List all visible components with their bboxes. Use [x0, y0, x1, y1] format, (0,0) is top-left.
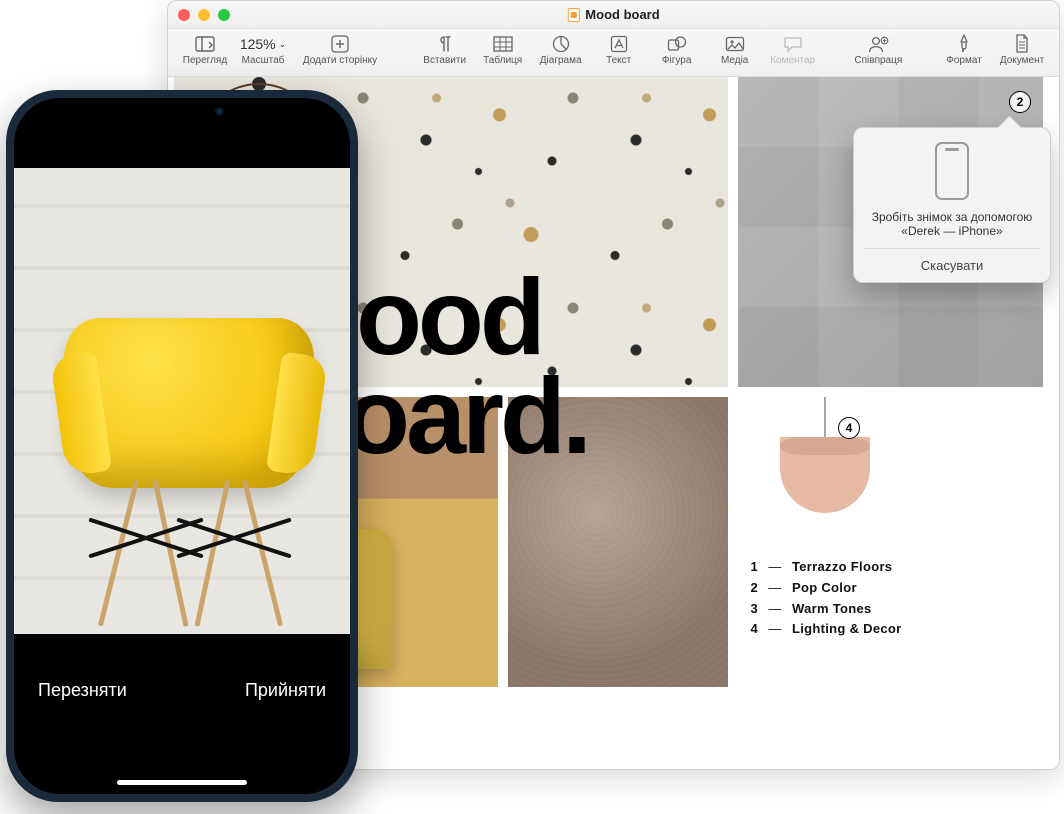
shape-button[interactable]: Фігура: [648, 33, 706, 66]
legend-row: 3—Warm Tones: [746, 599, 902, 620]
text-icon: [610, 33, 628, 55]
view-button[interactable]: Перегляд: [176, 33, 234, 66]
insert-button[interactable]: Вставити: [416, 33, 474, 66]
comment-button[interactable]: Коментар: [764, 33, 822, 66]
callout-badge-4: 4: [838, 417, 860, 439]
popover-message-line2: «Derek — iPhone»: [864, 224, 1040, 238]
format-button[interactable]: Формат: [935, 33, 993, 66]
iphone-screen: Перезняти Прийняти: [14, 98, 350, 794]
iphone-device: Перезняти Прийняти: [6, 90, 358, 802]
legend-row: 1—Terrazzo Floors: [746, 557, 902, 578]
pie-chart-icon: [552, 33, 570, 55]
zoom-window-button[interactable]: [218, 9, 230, 21]
media-button[interactable]: Медіа: [706, 33, 764, 66]
window-titlebar[interactable]: Mood board: [168, 1, 1059, 29]
zoom-menu[interactable]: 125%⌄ Масштаб: [234, 33, 292, 66]
minimize-window-button[interactable]: [198, 9, 210, 21]
chair-graphic: [44, 278, 334, 628]
legend-row: 4—Lighting & Decor: [746, 619, 902, 640]
zoom-value: 125%: [240, 36, 276, 52]
document-icon: [1014, 33, 1030, 55]
brush-icon: [956, 33, 972, 55]
continuity-camera-popover: Зробіть знімок за допомогою «Derek — iPh…: [853, 127, 1051, 283]
table-icon: [493, 33, 513, 55]
popover-message-line1: Зробіть знімок за допомогою: [864, 210, 1040, 224]
pages-doc-icon: [567, 8, 579, 22]
image-icon: [725, 33, 745, 55]
view-icon: [195, 33, 215, 55]
iphone-notch: [102, 98, 262, 126]
collaborate-button[interactable]: Співпраця: [849, 33, 907, 66]
callout-badge-2: 2: [1009, 91, 1031, 113]
traffic-lights: [178, 9, 230, 21]
person-plus-icon: [867, 33, 889, 55]
document-title: Mood board: [567, 7, 659, 22]
table-button[interactable]: Таблиця: [474, 33, 532, 66]
cancel-button[interactable]: Скасувати: [864, 248, 1040, 282]
legend-row: 2—Pop Color: [746, 578, 902, 599]
close-window-button[interactable]: [178, 9, 190, 21]
pilcrow-icon: [438, 33, 452, 55]
chart-button[interactable]: Діаграма: [532, 33, 590, 66]
captured-photo: [14, 168, 350, 638]
toolbar: Перегляд 125%⌄ Масштаб Додати сторінку В…: [168, 29, 1059, 77]
comment-icon: [783, 33, 803, 55]
document-button[interactable]: Документ: [993, 33, 1051, 66]
chevron-down-icon: ⌄: [279, 39, 287, 50]
iphone-outline-icon: [935, 142, 969, 200]
shape-icon: [667, 33, 687, 55]
document-title-text: Mood board: [585, 7, 659, 22]
add-page-button[interactable]: Додати сторінку: [292, 33, 388, 66]
camera-controls: Перезняти Прийняти: [14, 634, 350, 794]
use-photo-button[interactable]: Прийняти: [245, 680, 326, 701]
plus-icon: [331, 33, 349, 55]
text-button[interactable]: Текст: [590, 33, 648, 66]
retake-button[interactable]: Перезняти: [38, 680, 127, 701]
legend[interactable]: 1—Terrazzo Floors 2—Pop Color 3—Warm Ton…: [746, 557, 902, 640]
lamp-graphic: [770, 397, 880, 537]
home-indicator[interactable]: [117, 780, 247, 785]
